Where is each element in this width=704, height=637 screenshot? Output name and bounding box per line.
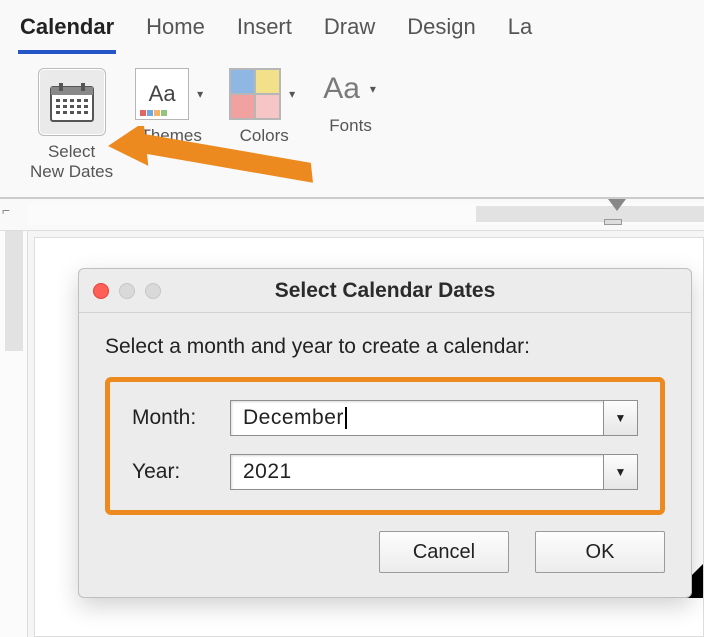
tab-draw[interactable]: Draw bbox=[322, 10, 377, 54]
colors-button[interactable] bbox=[229, 68, 281, 120]
year-value: 2021 bbox=[243, 460, 292, 483]
highlighted-fields: Month: December ▼ Year: 2021 ▼ bbox=[105, 377, 665, 515]
group-themes: Aa ▾ Themes bbox=[135, 68, 207, 146]
dialog-prompt: Select a month and year to create a cale… bbox=[105, 335, 665, 359]
themes-button[interactable]: Aa bbox=[135, 68, 189, 120]
tab-calendar[interactable]: Calendar bbox=[18, 10, 116, 54]
cancel-button[interactable]: Cancel bbox=[379, 531, 509, 573]
month-value: December bbox=[243, 406, 344, 429]
text-cursor bbox=[345, 407, 347, 429]
ribbon-tabs: Calendar Home Insert Draw Design La bbox=[0, 0, 704, 54]
colors-label: Colors bbox=[240, 126, 289, 146]
themes-dropdown-caret[interactable]: ▾ bbox=[193, 87, 207, 101]
select-calendar-dates-dialog: Select Calendar Dates Select a month and… bbox=[78, 268, 692, 598]
indent-marker-top[interactable] bbox=[608, 199, 626, 211]
month-combobox[interactable]: December ▼ bbox=[230, 400, 638, 436]
calendar-icon bbox=[50, 82, 94, 122]
fonts-dropdown-caret[interactable]: ▾ bbox=[366, 82, 380, 96]
select-new-dates-label: Select New Dates bbox=[30, 142, 113, 181]
month-label: Month: bbox=[132, 406, 216, 430]
group-colors: ▾ Colors bbox=[229, 68, 299, 146]
tab-layout[interactable]: La bbox=[506, 10, 534, 54]
tab-design[interactable]: Design bbox=[405, 10, 477, 54]
group-select-new-dates: Select New Dates bbox=[30, 68, 113, 181]
dialog-title: Select Calendar Dates bbox=[79, 279, 691, 303]
year-dropdown-button[interactable]: ▼ bbox=[603, 455, 637, 489]
themes-label: Themes bbox=[140, 126, 201, 146]
year-combobox[interactable]: 2021 ▼ bbox=[230, 454, 638, 490]
colors-dropdown-caret[interactable]: ▾ bbox=[285, 87, 299, 101]
themes-mini-swatches bbox=[140, 110, 167, 116]
tab-home[interactable]: Home bbox=[144, 10, 207, 54]
fonts-label: Fonts bbox=[329, 116, 372, 136]
select-new-dates-button[interactable] bbox=[38, 68, 106, 136]
year-label: Year: bbox=[132, 460, 216, 484]
group-fonts: Aa ▾ Fonts bbox=[321, 68, 380, 136]
month-dropdown-button[interactable]: ▼ bbox=[603, 401, 637, 435]
fonts-button[interactable]: Aa bbox=[321, 68, 362, 110]
indent-marker-bottom[interactable] bbox=[604, 219, 622, 225]
ruler-vertical[interactable] bbox=[0, 231, 28, 637]
tab-selector-icon[interactable]: ⌐ bbox=[2, 202, 10, 218]
ruler-horizontal-area: ⌐ bbox=[0, 199, 704, 231]
ok-button[interactable]: OK bbox=[535, 531, 665, 573]
tab-insert[interactable]: Insert bbox=[235, 10, 294, 54]
ribbon: Select New Dates Aa ▾ Themes ▾ Colors bbox=[0, 54, 704, 199]
ruler-horizontal[interactable] bbox=[28, 203, 704, 225]
themes-aa-icon: Aa bbox=[149, 81, 176, 107]
dialog-titlebar[interactable]: Select Calendar Dates bbox=[79, 269, 691, 313]
